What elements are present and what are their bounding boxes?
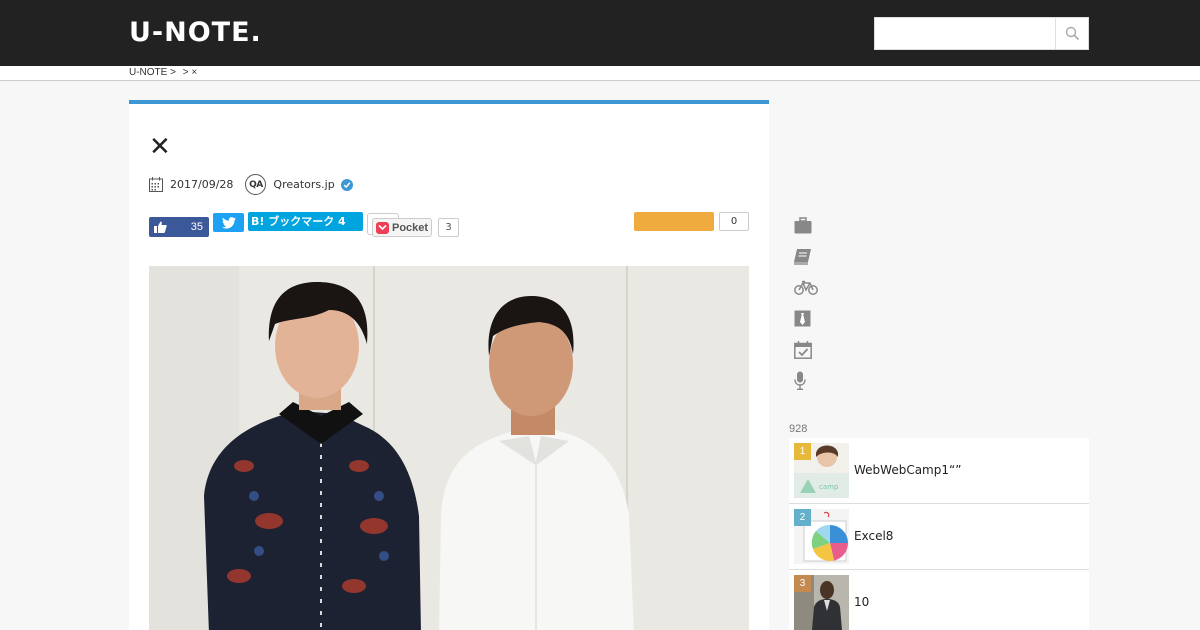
pocket-count: 3 — [438, 218, 459, 237]
ranking-title[interactable]: WebWebCamp1“” — [854, 463, 961, 477]
verified-check-icon — [340, 178, 353, 191]
microphone-icon — [794, 371, 806, 390]
ranking-list: camp 1 WebWebCamp1“” 2 Excel8 3 10 — [789, 438, 1089, 630]
search-icon — [1065, 26, 1079, 41]
rank-badge: 3 — [794, 575, 811, 592]
category-interview[interactable] — [794, 365, 818, 396]
pocket-icon — [376, 221, 389, 234]
calendar-icon — [149, 177, 163, 192]
ranking-title[interactable]: 10 — [854, 595, 869, 609]
publish-date: 2017/09/28 — [170, 178, 234, 191]
site-header: U-NOTE. — [0, 0, 1200, 66]
feedly-button[interactable] — [634, 212, 714, 231]
calendar-check-icon — [794, 340, 812, 359]
search-button[interactable] — [1055, 18, 1088, 49]
search-box — [874, 17, 1089, 50]
briefcase-icon — [794, 217, 812, 234]
share-buttons: 35 B! ブックマーク 4 Pocket 3 0 — [149, 208, 749, 240]
breadcrumb-home-link[interactable]: U-NOTE > — [129, 67, 176, 78]
thumbs-up-icon — [154, 221, 167, 233]
like-count: 35 — [190, 221, 203, 233]
ranking-item[interactable]: camp 1 WebWebCamp1“” — [789, 438, 1089, 504]
breadcrumb-bar: U-NOTE > > × — [0, 66, 1200, 81]
category-nav — [794, 210, 818, 396]
necktie-icon — [794, 310, 811, 327]
site-logo[interactable]: U-NOTE. — [129, 16, 262, 50]
facebook-like-button[interactable]: 35 — [149, 217, 209, 237]
svg-text:camp: camp — [819, 483, 839, 491]
ranking-item[interactable]: 2 Excel8 — [789, 504, 1089, 570]
breadcrumb: U-NOTE > > × — [129, 66, 201, 80]
twitter-bird-icon — [221, 216, 236, 229]
category-lifestyle[interactable] — [794, 272, 818, 303]
breadcrumb-current: > × — [182, 67, 198, 78]
bicycle-icon — [794, 280, 818, 295]
ranking-title[interactable]: Excel8 — [854, 529, 893, 543]
category-events[interactable] — [794, 334, 818, 365]
search-input[interactable] — [875, 18, 1055, 49]
pocket-button[interactable]: Pocket — [372, 218, 432, 237]
article-hero-image — [149, 266, 749, 630]
close-icon[interactable]: ✕ — [149, 134, 171, 160]
book-icon — [794, 248, 811, 265]
ranking-item[interactable]: 3 10 — [789, 570, 1089, 630]
twitter-share-button[interactable] — [213, 213, 244, 232]
hatena-bookmark-button[interactable]: B! ブックマーク 4 — [248, 212, 363, 231]
author-name[interactable]: Qreators.jp — [273, 178, 334, 191]
category-business[interactable] — [794, 210, 818, 241]
feedly-count: 0 — [719, 212, 749, 231]
category-career[interactable] — [794, 303, 818, 334]
pocket-label: Pocket — [392, 221, 429, 234]
category-books[interactable] — [794, 241, 818, 272]
rank-badge: 1 — [794, 443, 811, 460]
rank-badge: 2 — [794, 509, 811, 526]
article-meta: 2017/09/28 QA Qreators.jp — [149, 174, 353, 195]
article-card: ✕ 2017/09/28 QA Qreators.jp 35 B! ブックマーク… — [129, 100, 769, 630]
author-logo[interactable]: QA — [245, 174, 267, 195]
ranking-count: 928 — [789, 423, 808, 435]
